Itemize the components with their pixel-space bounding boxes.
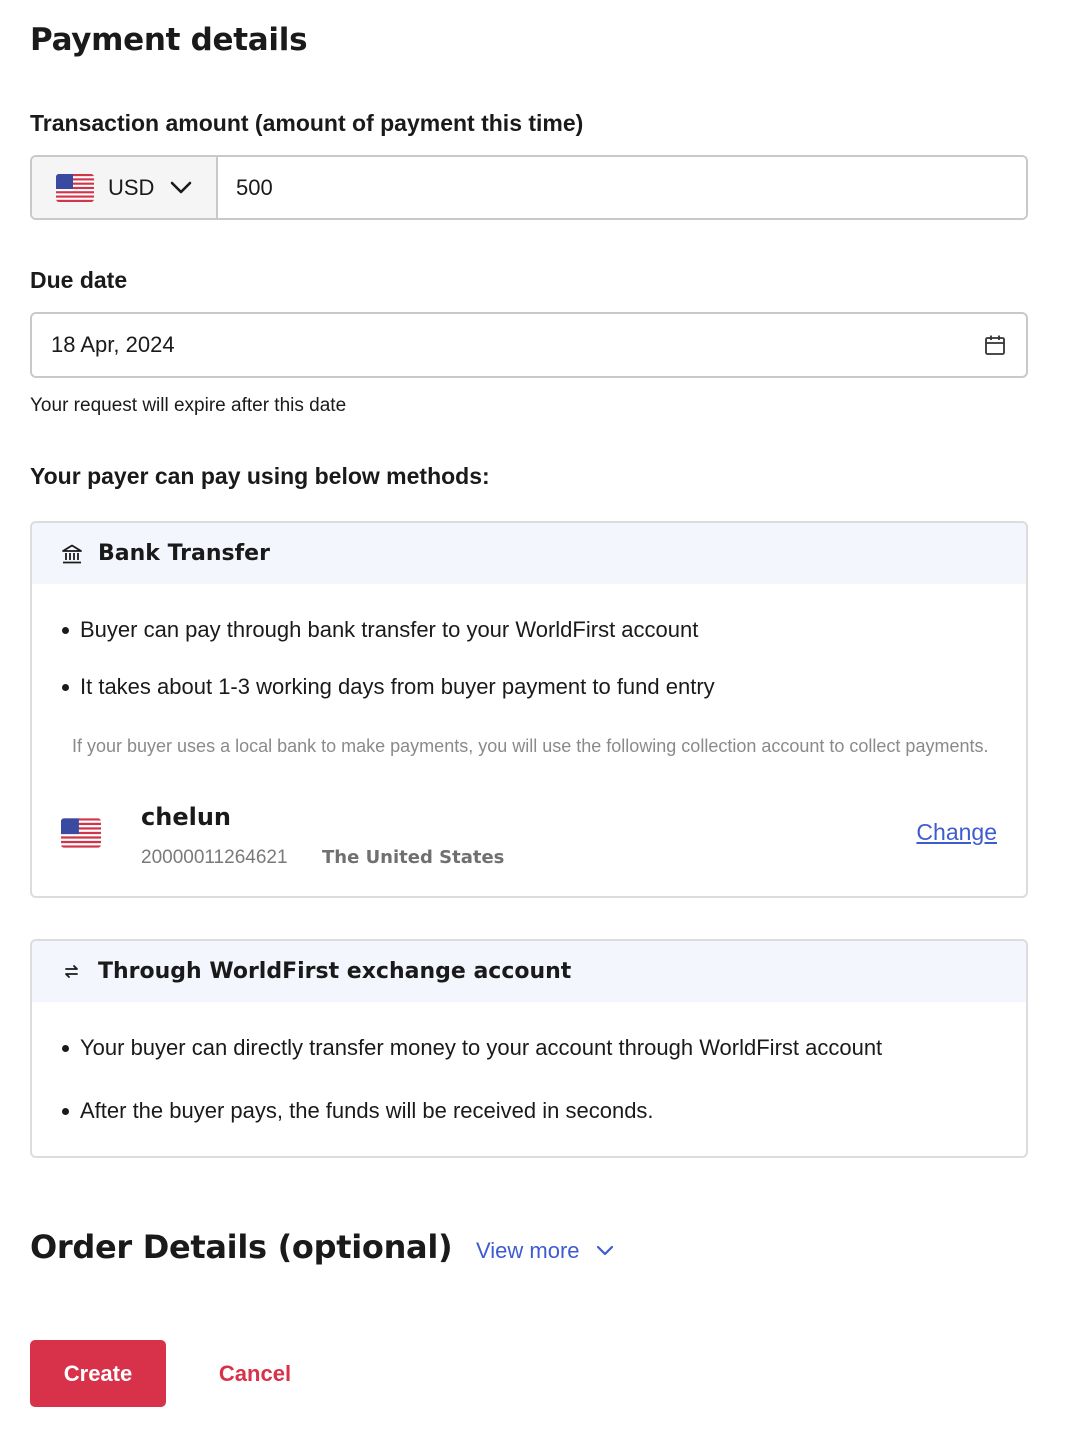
bank-bullet-2: It takes about 1-3 working days from buy… — [60, 674, 715, 700]
view-more-label: View more — [476, 1238, 580, 1263]
due-date-label: Due date — [30, 267, 128, 293]
amount-field-group: USD — [30, 155, 1028, 220]
bullet-dot — [62, 1044, 69, 1052]
bank-bullet-text: It takes about 1-3 working days from buy… — [80, 674, 715, 699]
bank-icon — [62, 544, 82, 563]
chevron-down-icon — [596, 1245, 613, 1256]
bank-bullet-text: Buyer can pay through bank transfer to y… — [80, 617, 699, 642]
due-date-field — [30, 312, 1028, 378]
chevron-down-icon — [171, 181, 192, 193]
exchange-bullet-text: Your buyer can directly transfer money t… — [80, 1035, 883, 1060]
bank-bullet-1: Buyer can pay through bank transfer to y… — [60, 617, 698, 643]
exchange-account-title: Through WorldFirst exchange account — [98, 959, 572, 984]
page-title: Payment details — [30, 22, 308, 58]
methods-heading: Your payer can pay using below methods: — [30, 463, 490, 489]
create-button[interactable]: Create — [30, 1340, 166, 1407]
exchange-arrows-icon — [65, 964, 78, 978]
currency-select[interactable]: USD — [32, 157, 218, 218]
cancel-button[interactable]: Cancel — [200, 1340, 310, 1407]
bullet-dot — [62, 1107, 69, 1115]
due-date-hint: Your request will expire after this date — [30, 395, 347, 416]
currency-code: USD — [108, 174, 155, 200]
view-more-link[interactable]: View more — [476, 1238, 614, 1264]
bank-transfer-card: Bank Transfer Buyer can pay through bank… — [30, 521, 1028, 898]
bullet-dot — [62, 626, 69, 634]
amount-input[interactable] — [218, 157, 1026, 218]
order-details-title: Order Details (optional) — [30, 1228, 453, 1266]
account-country: The United States — [322, 847, 505, 868]
exchange-bullet-text: After the buyer pays, the funds will be … — [80, 1098, 654, 1123]
exchange-account-header: Through WorldFirst exchange account — [32, 941, 1026, 1002]
collection-account-note: If your buyer uses a local bank to make … — [72, 736, 989, 756]
due-date-input[interactable] — [32, 331, 983, 359]
account-name: chelun — [141, 803, 231, 831]
calendar-icon[interactable] — [983, 333, 1007, 357]
exchange-bullet-1: Your buyer can directly transfer money t… — [60, 1035, 882, 1061]
bank-transfer-header: Bank Transfer — [32, 523, 1026, 584]
exchange-account-card: Through WorldFirst exchange account Your… — [30, 939, 1028, 1158]
account-number: 20000011264621 — [141, 847, 288, 868]
exchange-bullet-2: After the buyer pays, the funds will be … — [60, 1098, 654, 1124]
us-flag-icon — [61, 818, 101, 848]
bullet-dot — [62, 683, 69, 691]
amount-label: Transaction amount (amount of payment th… — [30, 110, 584, 136]
change-account-link[interactable]: Change — [916, 819, 997, 846]
bank-transfer-title: Bank Transfer — [98, 541, 270, 566]
us-flag-icon — [56, 173, 94, 202]
